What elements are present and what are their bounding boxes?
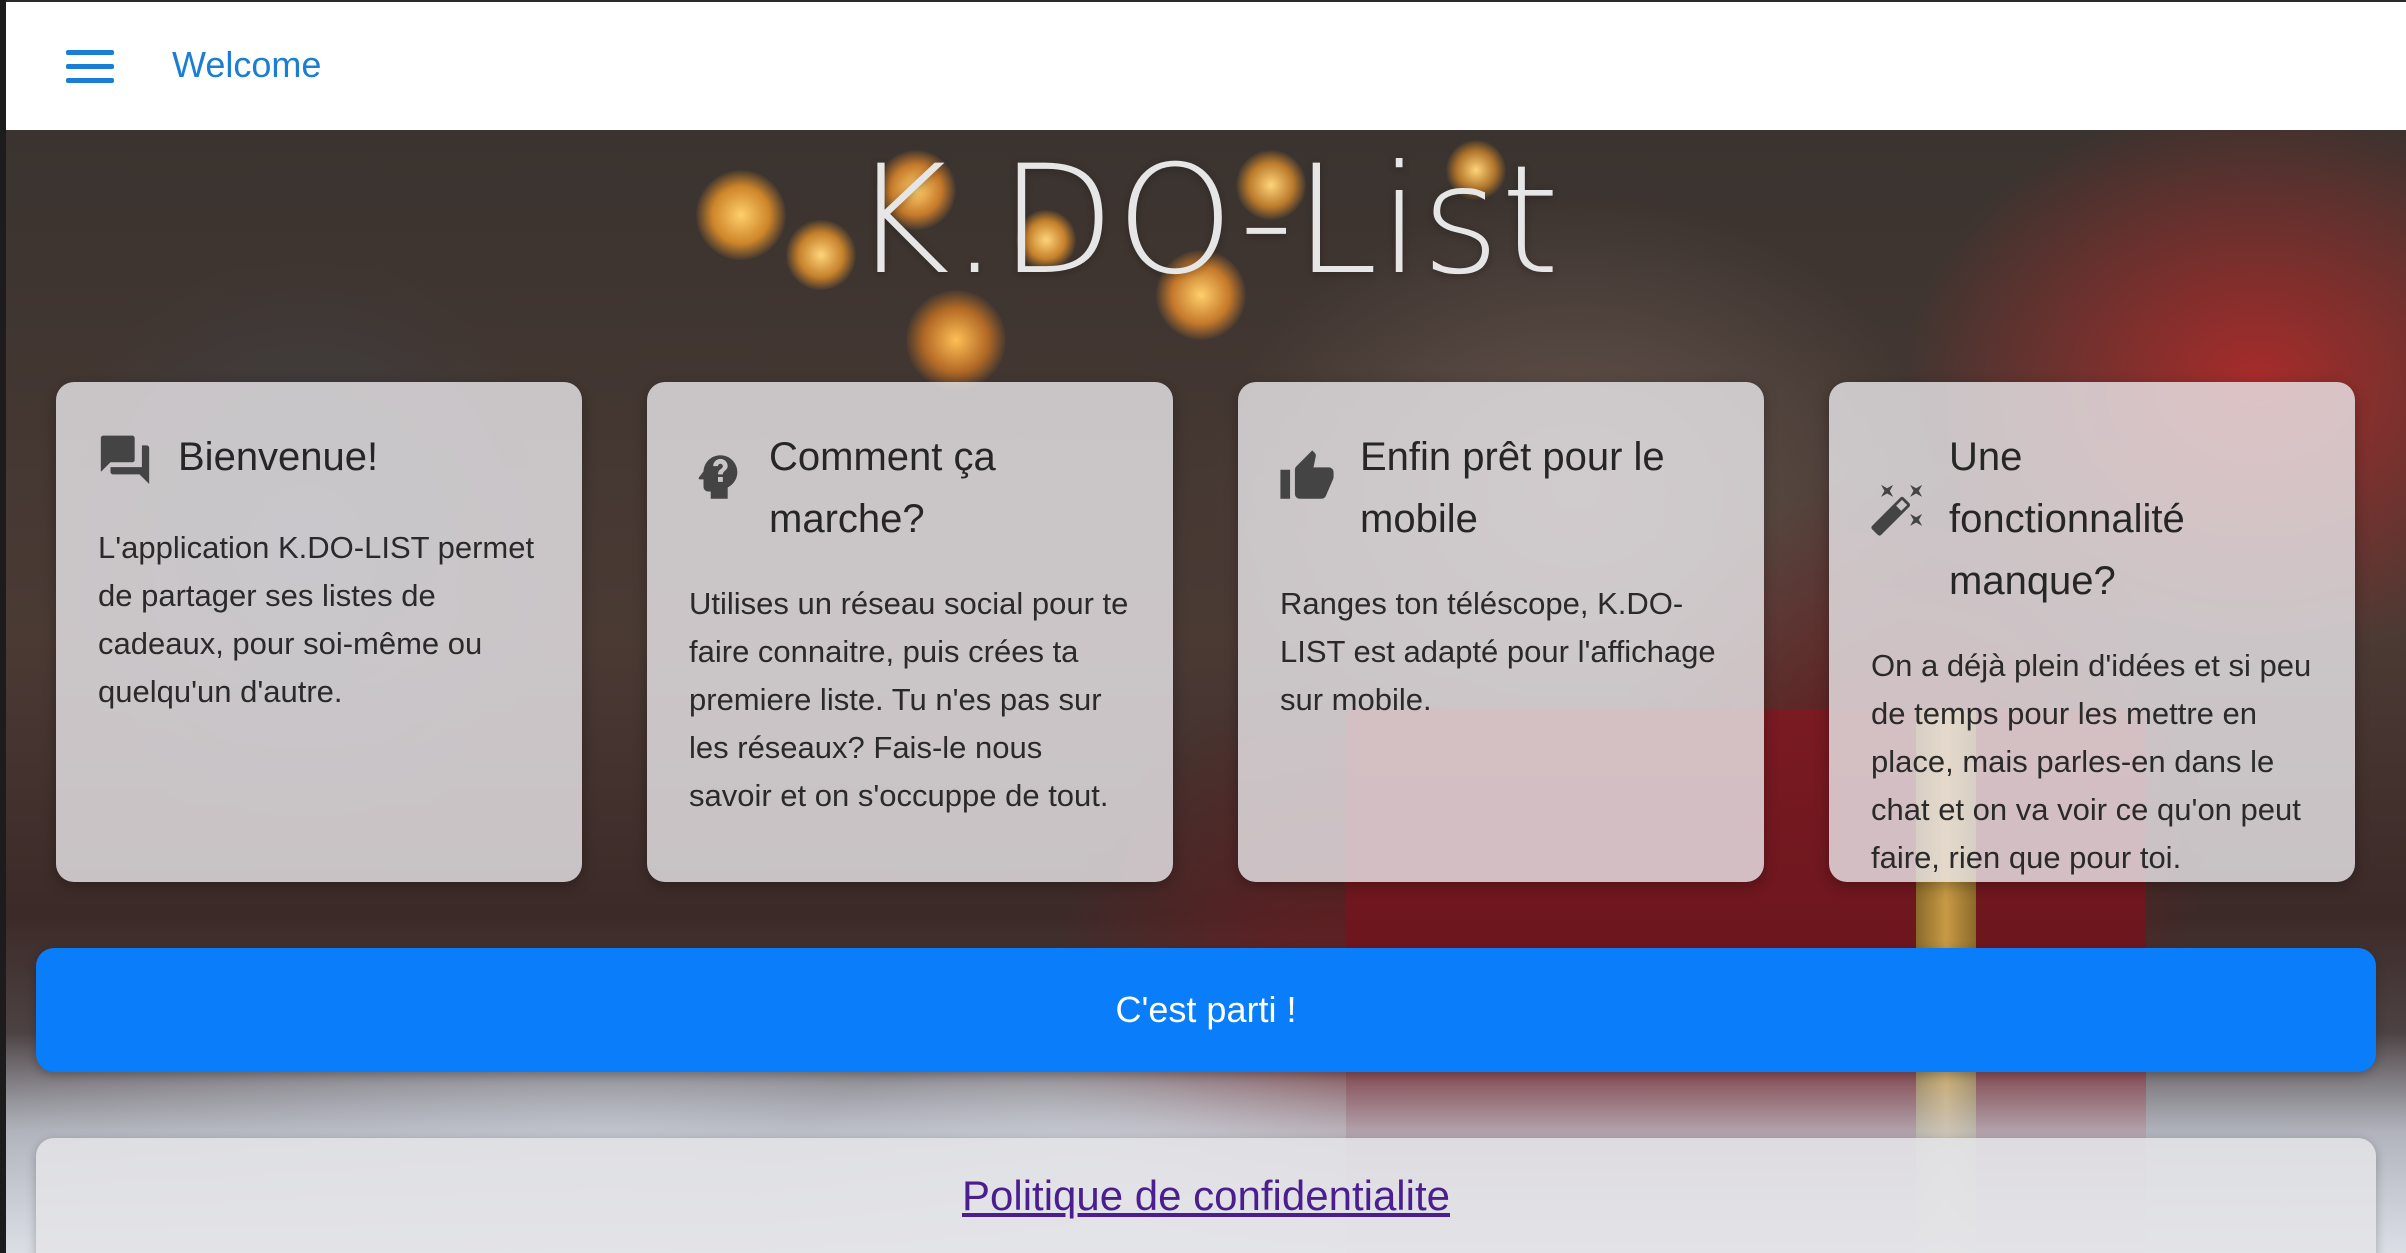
feature-card-mobile: Enfin prêt pour le mobile Ranges ton tél… [1238,382,1764,882]
chat-bubbles-icon [96,426,154,484]
hamburger-menu-icon[interactable] [58,42,122,92]
card-title: Une fonctionnalité manque? [1949,435,2185,603]
app-bar-title: Welcome [172,44,322,85]
feature-card-missing-feature: Une fonctionnalité manque? On a déjà ple… [1829,382,2355,882]
card-text: Utilises un réseau social pour te faire … [689,586,1129,813]
magic-wand-icon [1869,480,1927,538]
help-head-icon [689,448,747,506]
thumb-up-icon [1278,448,1336,506]
card-text: Ranges ton téléscope, K.DO-LIST est adap… [1280,586,1716,717]
feature-card-how-it-works: Comment ça marche? Utilises un réseau so… [647,382,1173,882]
start-button[interactable]: C'est parti ! [36,948,2376,1072]
card-title: Comment ça marche? [769,435,996,541]
app-bar: Welcome [6,0,2406,130]
card-title: Bienvenue! [178,435,379,479]
footer-card: Politique de confidentialite [36,1138,2376,1253]
hero-title: K.DO-List [851,134,1561,308]
card-title: Enfin prêt pour le mobile [1360,435,1665,541]
window-left-edge [0,0,6,1253]
privacy-policy-link[interactable]: Politique de confidentialite [36,1172,2376,1220]
feature-card-welcome: Bienvenue! L'application K.DO-LIST perme… [56,382,582,882]
card-text: L'application K.DO-LIST permet de partag… [98,530,535,709]
card-text: On a déjà plein d'idées et si peu de tem… [1871,648,2312,875]
